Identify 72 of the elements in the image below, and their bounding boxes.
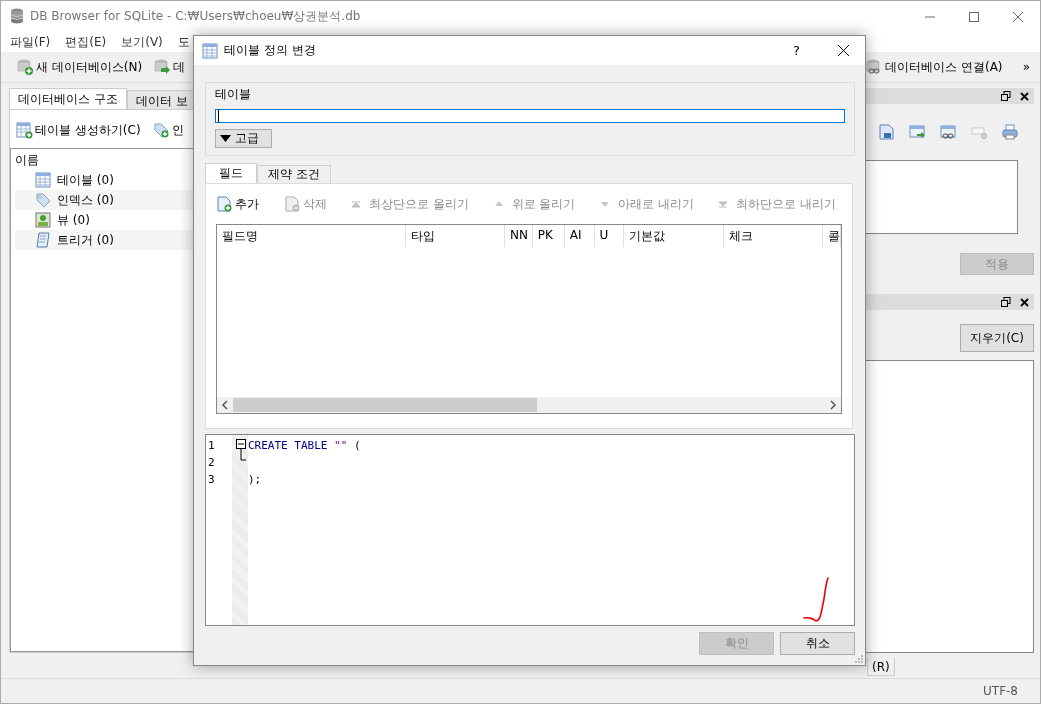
maximize-icon[interactable]: [969, 11, 979, 22]
column-header[interactable]: 타입: [405, 225, 505, 247]
help-button[interactable]: ?: [793, 43, 800, 58]
cancel-button[interactable]: 취소: [780, 632, 855, 655]
encoding-label: UTF-8: [983, 684, 1018, 698]
column-header[interactable]: PK: [532, 225, 565, 247]
table-icon: [35, 172, 51, 188]
horizontal-scrollbar[interactable]: [217, 397, 841, 413]
advanced-button[interactable]: 고급: [215, 129, 272, 148]
window-chain-icon[interactable]: [940, 124, 956, 140]
toolbar-button[interactable]: 추가: [216, 195, 259, 213]
clear-button[interactable]: 지우기(C): [960, 324, 1034, 352]
menu-item[interactable]: 편집(E): [65, 33, 107, 51]
code-line: CREATE TABLE "" (: [248, 439, 361, 452]
scroll-icon: [35, 232, 51, 248]
page-plus-icon: [216, 195, 233, 213]
triangle-down-icon: [220, 135, 231, 142]
database-icon: [10, 8, 24, 25]
menu-item[interactable]: 파일(F): [10, 33, 51, 51]
close-icon[interactable]: [1020, 91, 1029, 101]
move-down-icon: [600, 199, 610, 209]
toolbar-button[interactable]: 데: [154, 58, 186, 76]
restore-icon[interactable]: [1001, 297, 1011, 307]
table-icon: [202, 42, 218, 59]
toolbar-button[interactable]: 데이터베이스 연결(A): [866, 58, 1003, 76]
tree-item[interactable]: 인덱스 (0): [57, 191, 114, 209]
tab[interactable]: 데이터베이스 구조: [9, 88, 127, 109]
column-header[interactable]: 기본값: [624, 225, 724, 247]
column-header[interactable]: 필드명: [217, 225, 406, 247]
field-minus-icon[interactable]: [971, 124, 987, 140]
close-icon[interactable]: [838, 45, 849, 56]
tab[interactable]: 필드: [205, 163, 257, 183]
window-title: DB Browser for SQLite - C:₩Users₩choeu₩상권분석.db: [30, 8, 361, 25]
toolbar-button[interactable]: 테이블 생성하기(C): [16, 121, 141, 139]
database-arrow-icon: [154, 58, 172, 76]
print-icon[interactable]: [1002, 124, 1018, 140]
tab[interactable]: (R): [867, 658, 895, 676]
close-icon[interactable]: [1020, 297, 1029, 307]
tab[interactable]: 제약 조건: [257, 165, 331, 183]
table-name-field[interactable]: [215, 109, 845, 123]
column-header[interactable]: 체크: [723, 225, 824, 247]
tree-item[interactable]: 트리거 (0): [57, 231, 114, 249]
line-number: 3: [208, 472, 216, 488]
menu-item[interactable]: 보기(V): [121, 33, 163, 51]
overflow-button[interactable]: »: [1022, 60, 1030, 74]
tree-item[interactable]: 테이블 (0): [57, 171, 114, 189]
column-header[interactable]: U: [594, 225, 625, 247]
restore-icon[interactable]: [1001, 91, 1011, 101]
tree-item[interactable]: 뷰 (0): [57, 211, 90, 229]
toolbar-button[interactable]: 새 데이터베이스(N): [17, 58, 143, 76]
move-top-icon: [351, 199, 362, 209]
save-icon[interactable]: [878, 124, 894, 140]
fold-marker-icon[interactable]: [236, 439, 246, 461]
picture-frame-icon: [35, 212, 51, 228]
column-header[interactable]: AI: [564, 225, 595, 247]
code-line: );: [248, 473, 262, 486]
resize-grip-icon: [855, 655, 863, 663]
column-header[interactable]: NN: [504, 225, 533, 247]
page-minus-icon: [283, 195, 301, 213]
group-label: 테이블: [215, 86, 252, 103]
toolbar-button[interactable]: 인: [152, 121, 184, 139]
menu-item[interactable]: 도: [177, 33, 190, 51]
table-plus-icon: [16, 121, 33, 139]
dialog-title: 테이블 정의 변경: [224, 42, 316, 59]
database-plus-icon: [17, 58, 34, 76]
column-header[interactable]: 콜: [823, 225, 841, 247]
line-number: 2: [208, 455, 216, 471]
column-header: 이름: [15, 152, 40, 169]
tag-plus-icon: [152, 121, 170, 139]
move-bottom-icon: [718, 199, 729, 209]
line-number: 1: [208, 438, 216, 454]
move-up-icon: [493, 199, 504, 209]
